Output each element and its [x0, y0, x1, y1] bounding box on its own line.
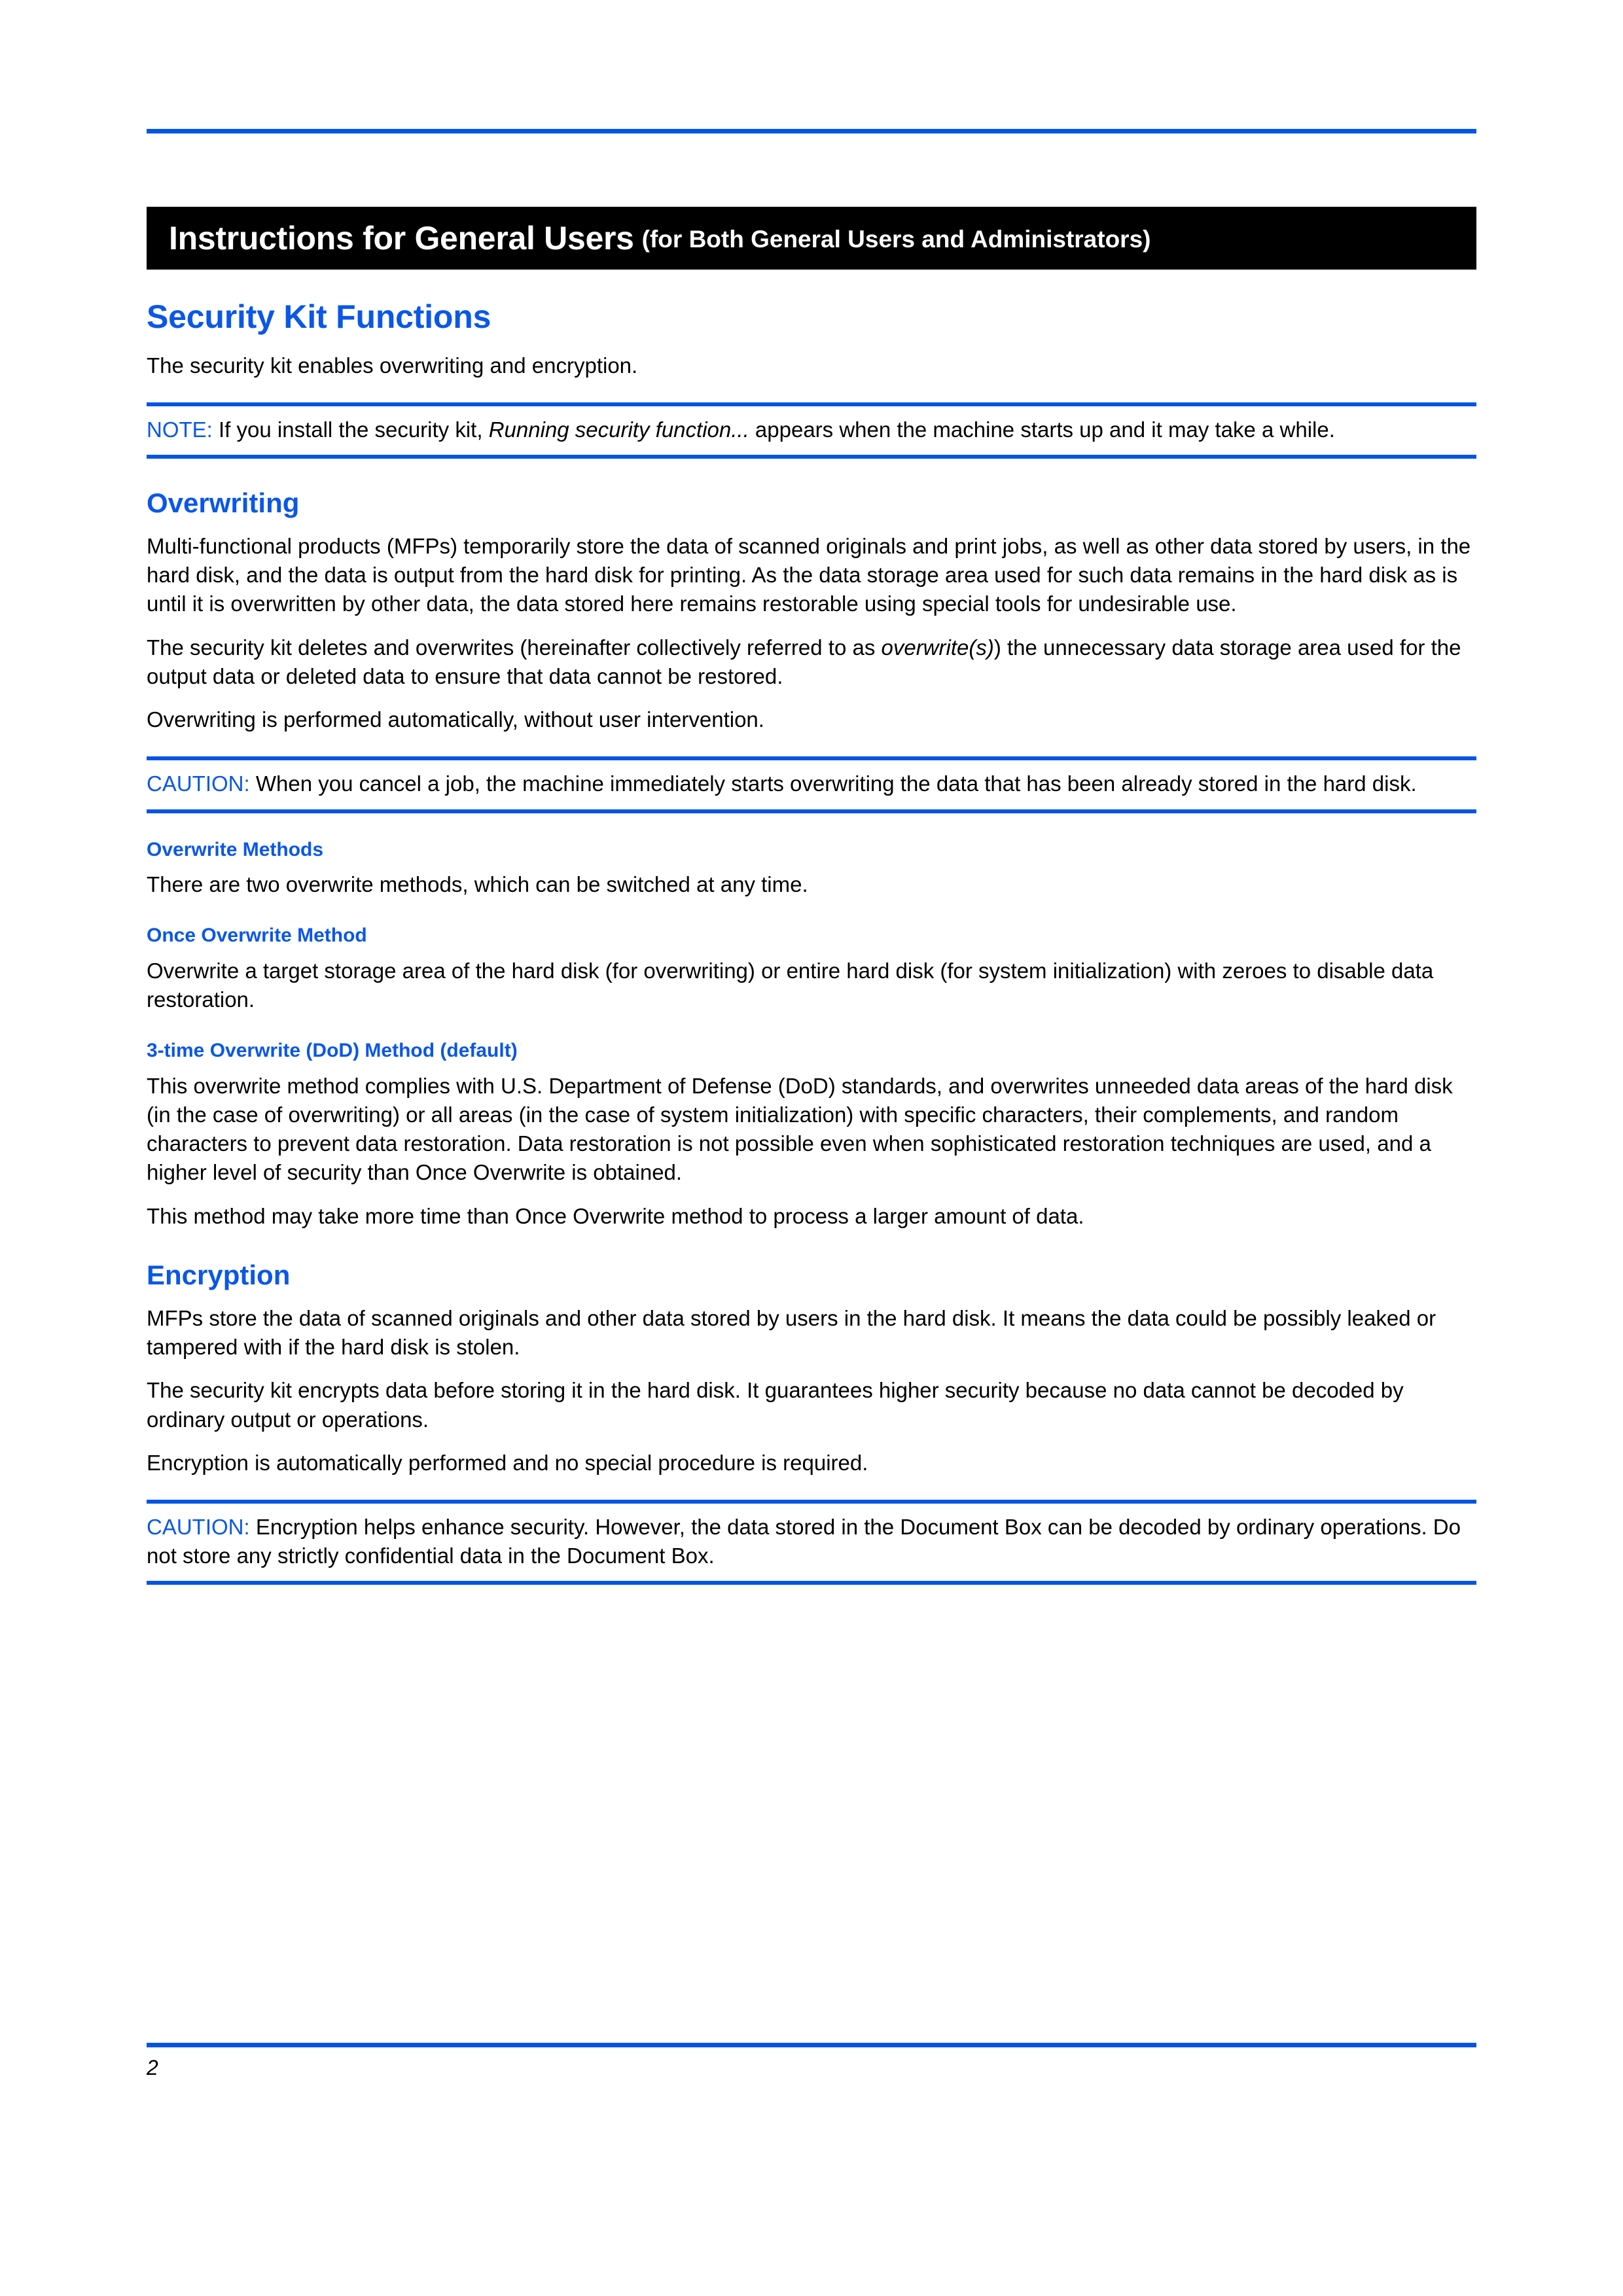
section-heading-security-kit-functions: Security Kit Functions [147, 298, 491, 335]
caution-encryption-label: CAUTION: [147, 1515, 250, 1539]
intro-paragraph: The security kit enables overwriting and… [147, 353, 638, 378]
note-italic-phrase: Running security function... [488, 417, 749, 442]
note-text-before: If you install the security kit, [212, 417, 489, 442]
once-overwrite-method-text: Overwrite a target storage area of the h… [147, 958, 1434, 1012]
document-body: Security Kit Functions The security kit … [147, 300, 1476, 1607]
caution-callout-overwriting: CAUTION: When you cancel a job, the mach… [147, 756, 1476, 813]
caution-overwriting-label: CAUTION: [147, 771, 250, 796]
page-number: 2 [147, 2056, 158, 2079]
overwriting-paragraph-2: The security kit deletes and overwrites … [147, 633, 1476, 691]
caution-overwriting-text: CAUTION: When you cancel a job, the mach… [147, 769, 1476, 798]
subsection-heading-overwrite-methods: Overwrite Methods [147, 838, 324, 860]
chapter-banner-title: Instructions for General Users [169, 220, 634, 256]
encryption-paragraph-3: Encryption is automatically performed an… [147, 1450, 868, 1475]
overwrite-methods-text: There are two overwrite methods, which c… [147, 872, 808, 897]
note-text-after: appears when the machine starts up and i… [749, 417, 1335, 442]
encryption-paragraph-2: The security kit encrypts data before st… [147, 1378, 1404, 1432]
encryption-paragraph-1: MFPs store the data of scanned originals… [147, 1305, 1436, 1360]
chapter-banner-subtitle: (for Both General Users and Administrato… [641, 226, 1151, 253]
note-callout: NOTE: If you install the security kit, R… [147, 402, 1476, 459]
section-heading-encryption: Encryption [147, 1259, 291, 1290]
caution-overwriting-body: When you cancel a job, the machine immed… [249, 771, 1417, 796]
overwriting-paragraph-3: Overwriting is performed automatically, … [147, 707, 764, 732]
dod-overwrite-paragraph-1: This overwrite method complies with U.S.… [147, 1073, 1453, 1185]
subsection-heading-dod-overwrite-method: 3-time Overwrite (DoD) Method (default) [147, 1040, 518, 1062]
overwriting-p2-before: The security kit deletes and overwrites … [147, 635, 882, 660]
dod-overwrite-paragraph-2: This method may take more time than Once… [147, 1203, 1084, 1228]
footer-rule [147, 2043, 1476, 2047]
overwriting-p2-italic: overwrite(s) [881, 635, 994, 660]
note-label: NOTE: [147, 417, 213, 442]
note-text: NOTE: If you install the security kit, R… [147, 415, 1476, 444]
caution-encryption-body: Encryption helps enhance security. Howev… [147, 1515, 1461, 1568]
section-heading-overwriting: Overwriting [147, 487, 300, 518]
document-page: Instructions for General Users (for Both… [0, 0, 1623, 2296]
chapter-banner: Instructions for General Users (for Both… [147, 207, 1476, 270]
caution-callout-encryption: CAUTION: Encryption helps enhance securi… [147, 1500, 1476, 1585]
caution-encryption-text: CAUTION: Encryption helps enhance securi… [147, 1513, 1476, 1570]
overwriting-paragraph-1: Multi-functional products (MFPs) tempora… [147, 534, 1471, 616]
subsection-heading-once-overwrite-method: Once Overwrite Method [147, 925, 367, 947]
header-rule [147, 129, 1476, 133]
